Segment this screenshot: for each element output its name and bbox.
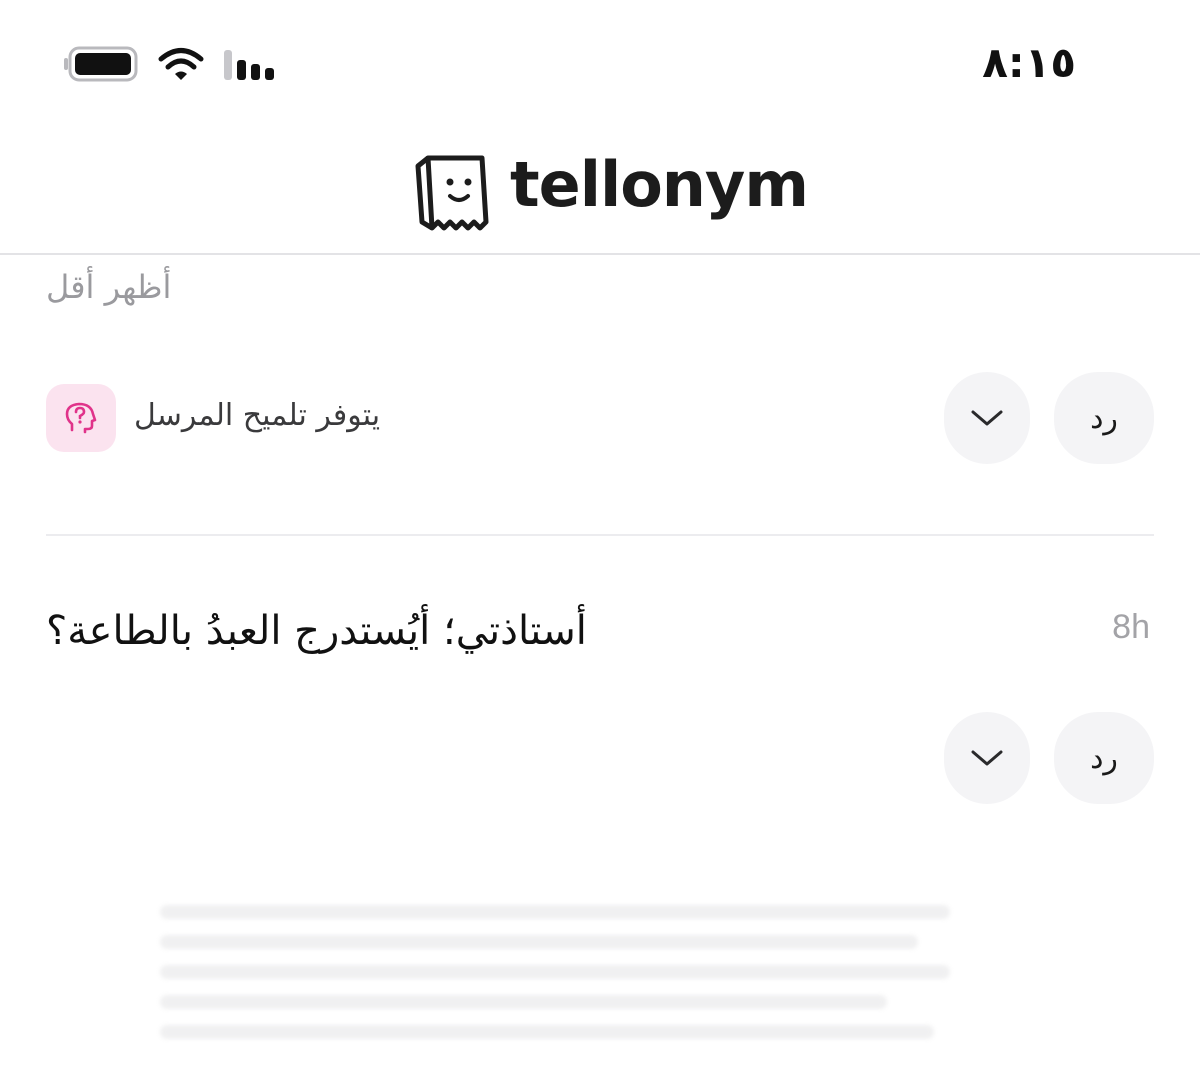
screen: ٨:١٥ tellonym أظهر أقل يتوفر تلميح المرس… (0, 0, 1200, 1076)
reply-button-label: رد (1090, 740, 1118, 776)
chevron-down-icon (971, 410, 1003, 426)
app-logo-text[interactable]: tellonym (510, 148, 809, 221)
reply-button[interactable]: رد (1054, 372, 1154, 464)
reply-button[interactable]: رد (1054, 712, 1154, 804)
blurred-background-text (160, 905, 950, 1065)
sender-hint-badge[interactable] (46, 384, 116, 452)
head-question-icon (65, 402, 97, 434)
more-options-button[interactable] (944, 712, 1030, 804)
signal-icon (224, 50, 274, 80)
clock: ٨:١٥ (982, 38, 1076, 87)
reply-button-label: رد (1090, 400, 1118, 436)
show-less-link[interactable]: أظهر أقل (46, 268, 171, 306)
wifi-icon (158, 48, 204, 80)
tell-question: أستاذتي؛ أيُستدرج العبدُ بالطاعة؟ (46, 608, 587, 654)
tell-divider (46, 534, 1154, 536)
more-options-button[interactable] (944, 372, 1030, 464)
tell-timestamp: 8h (1112, 608, 1150, 646)
chevron-down-icon (971, 750, 1003, 766)
app-header: tellonym (0, 130, 1200, 255)
battery-icon (64, 46, 138, 82)
paper-bag-face-icon[interactable] (414, 152, 490, 232)
status-bar: ٨:١٥ (0, 0, 1200, 130)
sender-hint-text[interactable]: يتوفر تلميح المرسل (134, 398, 380, 433)
